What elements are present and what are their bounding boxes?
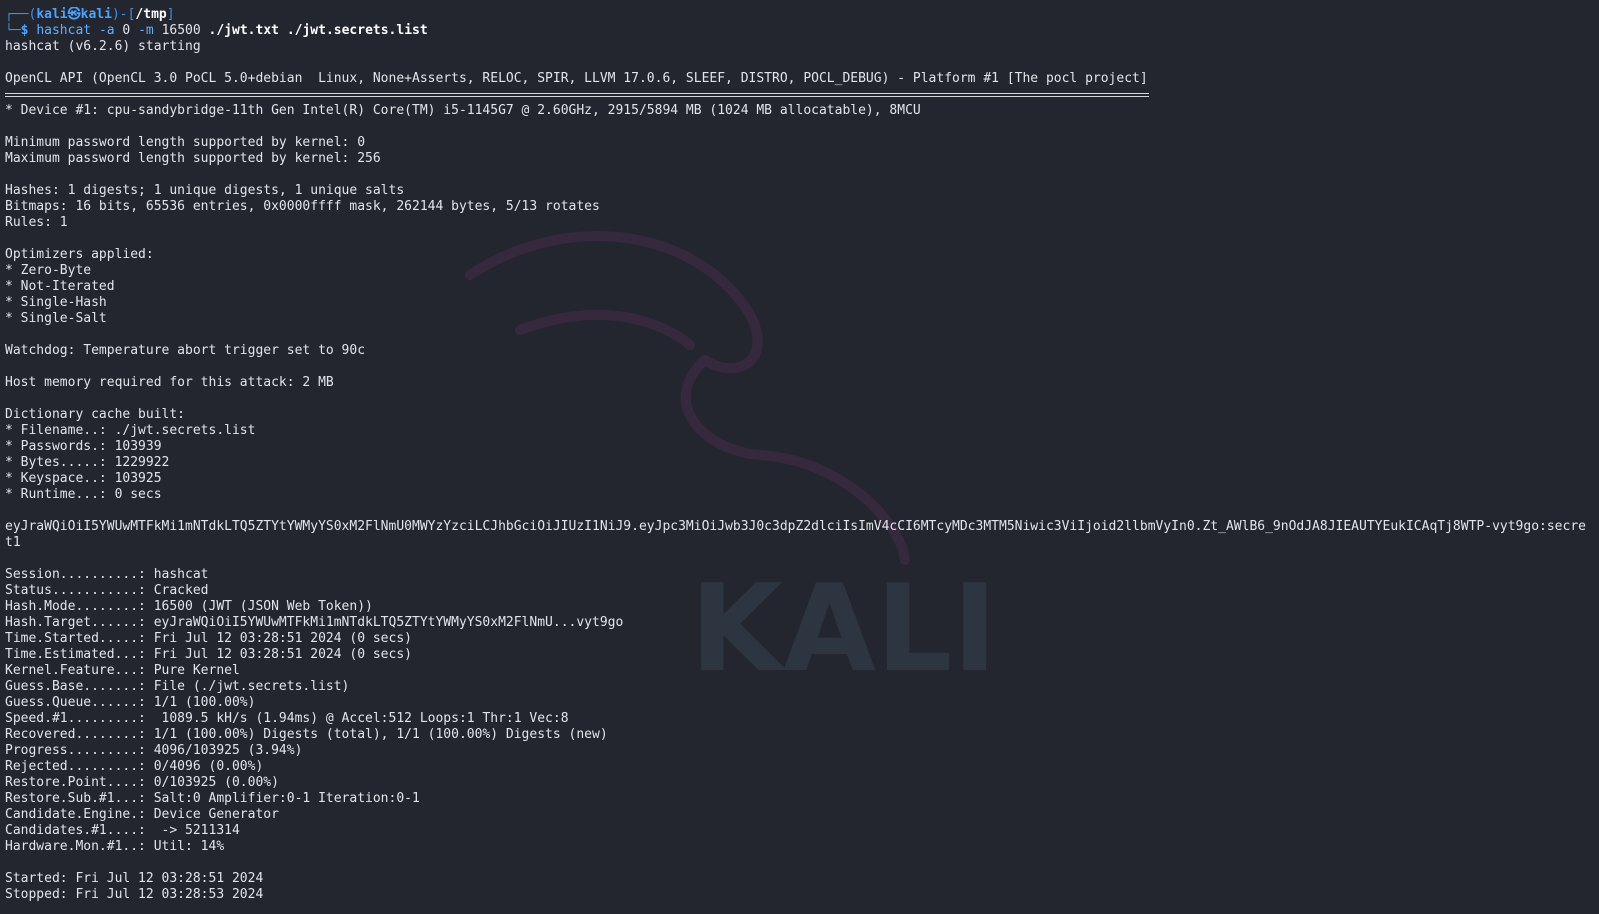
status-line: Status...........: Cracked [5,583,209,598]
status-line: Rejected.........: 0/4096 (0.00%) [5,759,264,774]
status-line: Speed.#1.........: 1089.5 kH/s (1.94ms) … [5,711,569,726]
status-line: Started: Fri Jul 12 03:28:51 2024 [5,871,264,886]
status-line: Time.Estimated...: Fri Jul 12 03:28:51 2… [5,647,412,662]
status-line: Guess.Queue......: 1/1 (100.00%) [5,695,256,710]
output-line: Dictionary cache built: [5,407,186,422]
output-line: OpenCL API (OpenCL 3.0 PoCL 5.0+debian L… [5,71,1148,86]
prompt-header: ┌──(kali㉿kali)-[/tmp] [5,7,1593,23]
prompt-path: /tmp [135,7,167,22]
output-line: Hashes: 1 digests; 1 unique digests, 1 u… [5,183,405,198]
status-line: Progress.........: 4096/103925 (3.94%) [5,743,303,758]
status-line: Restore.Point....: 0/103925 (0.00%) [5,775,279,790]
terminal-output[interactable]: ┌──(kali㉿kali)-[/tmp] └─$ hashcat -a 0 -… [5,7,1593,903]
status-line: Recovered........: 1/1 (100.00%) Digests… [5,727,608,742]
output-line: * Single-Hash [5,295,107,310]
status-line [5,855,1593,871]
prompt-frame-end: ] [166,7,175,22]
status-line: Session..........: hashcat [5,567,209,582]
status-block: Session..........: hashcat Status........… [5,551,1593,903]
status-line: Time.Started.....: Fri Jul 12 03:28:51 2… [5,631,412,646]
output-line: Maximum password length supported by ker… [5,151,381,166]
output-line: * Single-Salt [5,311,107,326]
status-line [5,551,1593,567]
output-line: Optimizers applied: [5,247,154,262]
output-line: hashcat (v6.2.6) starting [5,39,201,54]
prompt-user-host: kali㉿kali [36,7,112,22]
command-program: hashcat [36,23,92,38]
status-line: Candidate.Engine.: Device Generator [5,807,279,822]
command-line: └─$ hashcat -a 0 -m 16500 ./jwt.txt ./jw… [5,23,1593,39]
status-line: Candidates.#1....: -> 5211314 [5,823,240,838]
command-file-wordlist: ./jwt.secrets.list [286,23,428,38]
output-line: Host memory required for this attack: 2 … [5,375,334,390]
output-line: * Passwords.: 103939 [5,439,162,454]
status-line: Restore.Sub.#1...: Salt:0 Amplifier:0-1 … [5,791,420,806]
status-line: Guess.Base.......: File (./jwt.secrets.l… [5,679,350,694]
command-flag-m: -m [138,23,154,38]
output-line: Bitmaps: 16 bits, 65536 entries, 0x0000f… [5,199,600,214]
prompt-frame-mid: )-[ [111,7,136,22]
cracked-result-line: eyJraWQiOiI5YWUwMTFkMi1mNTdkLTQ5ZTYtYWMy… [5,519,1586,550]
output-body: * Device #1: cpu-sandybridge-11th Gen In… [5,103,1593,519]
output-line: Watchdog: Temperature abort trigger set … [5,343,366,358]
output-line: * Runtime...: 0 secs [5,487,162,502]
command-value-a: 0 [122,23,131,38]
prompt-frame-top: ┌──( [5,7,37,22]
command-flag-a: -a [98,23,115,38]
status-line: Hash.Mode........: 16500 (JWT (JSON Web … [5,599,373,614]
status-line: Stopped: Fri Jul 12 03:28:53 2024 [5,887,264,902]
command-value-m: 16500 [161,23,201,38]
output-line: * Bytes.....: 1229922 [5,455,170,470]
output-line: Rules: 1 [5,215,68,230]
status-line: Hardware.Mon.#1..: Util: 14% [5,839,225,854]
prompt-frame-bottom: └─ [5,23,21,38]
output-line: * Keyspace..: 103925 [5,471,162,486]
output-line: Minimum password length supported by ker… [5,135,366,150]
command-file-hash: ./jwt.txt [208,23,279,38]
output-line: * Zero-Byte [5,263,92,278]
status-line: Hash.Target......: eyJraWQiOiI5YWUwMTFkM… [5,615,624,630]
output-line: * Device #1: cpu-sandybridge-11th Gen In… [5,103,921,118]
output-head: hashcat (v6.2.6) starting OpenCL API (Ope… [5,39,1593,87]
separator-line [5,87,1593,103]
output-line: * Filename..: ./jwt.secrets.list [5,423,256,438]
prompt-dollar: $ [20,23,37,38]
status-line: Kernel.Feature...: Pure Kernel [5,663,240,678]
output-line: * Not-Iterated [5,279,115,294]
